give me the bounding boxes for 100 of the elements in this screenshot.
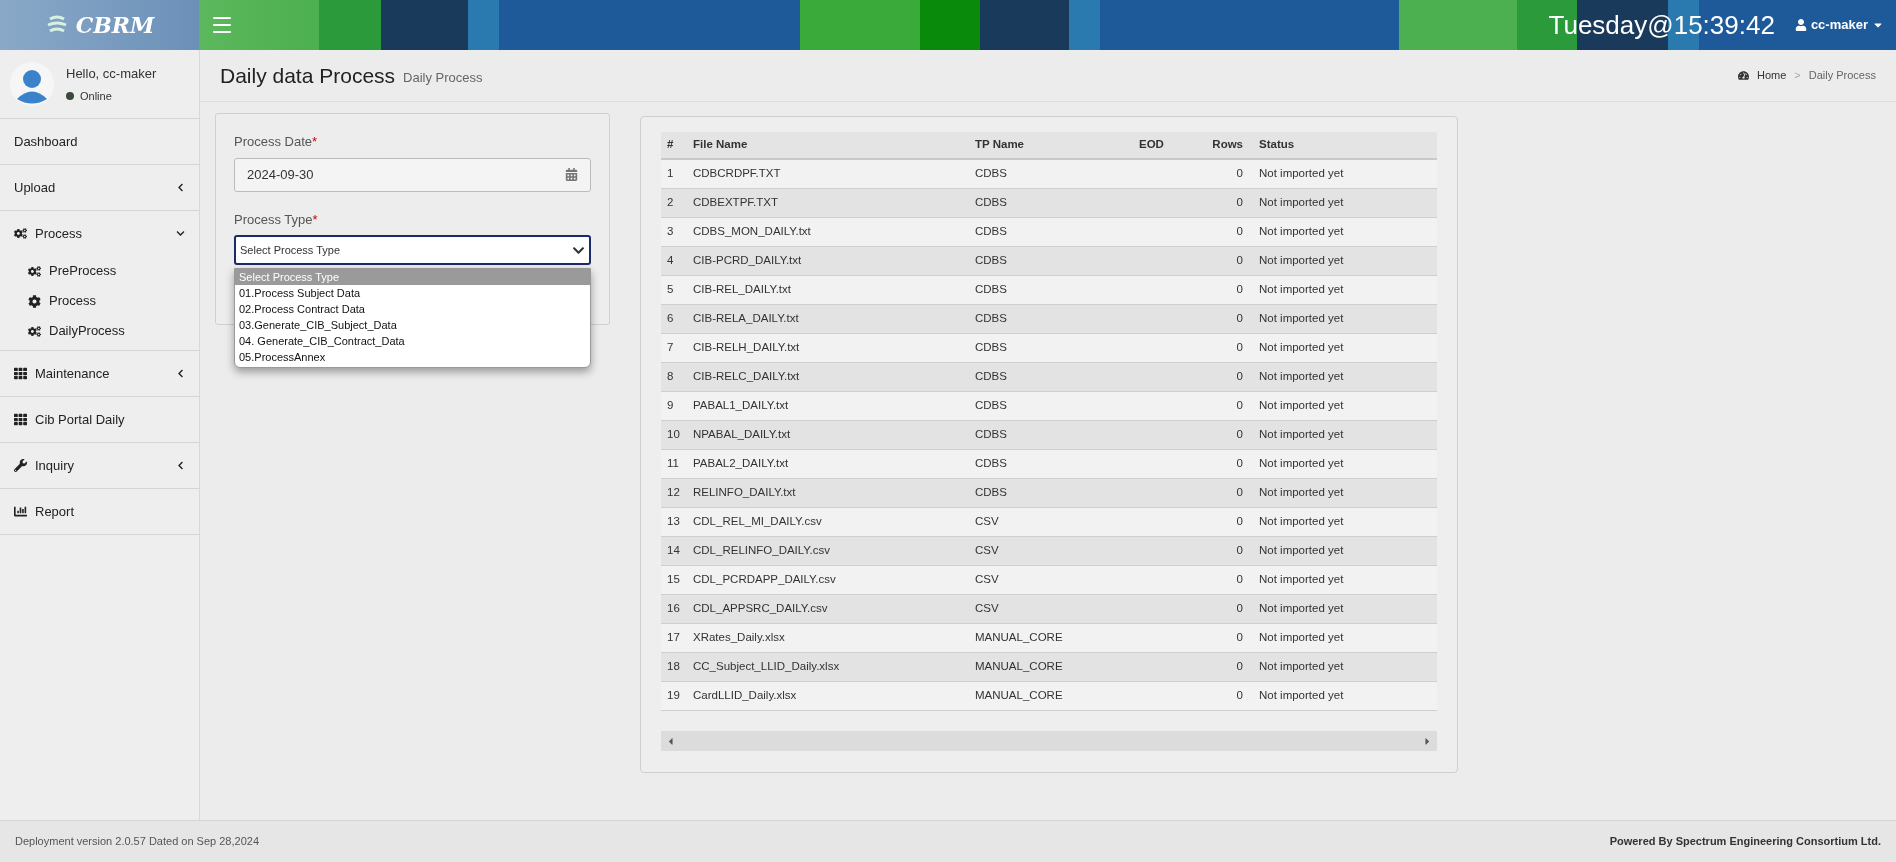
table-cell-text: CDBS xyxy=(974,253,1008,269)
table-cell-text: MANUAL_CORE xyxy=(974,688,1064,704)
table-cell-text: MANUAL_CORE xyxy=(974,630,1064,646)
table-cell-text: CSV xyxy=(974,601,1000,617)
table-cell-text: Not imported yet xyxy=(1258,485,1345,501)
wrench-icon xyxy=(14,459,27,472)
column-header: Status xyxy=(1258,137,1296,153)
gears-icon xyxy=(28,324,41,338)
calendar-icon xyxy=(565,168,578,181)
sidebar-item[interactable]: Cib Portal Daily xyxy=(0,397,199,442)
dropdown-option[interactable]: 03.Generate_CIB_Subject_Data xyxy=(235,317,590,333)
table-cell-text: 0 xyxy=(1235,166,1244,182)
table-cell-text: 1 xyxy=(666,166,675,182)
breadcrumb-separator: > xyxy=(1794,68,1801,84)
chevron-left-icon xyxy=(176,369,185,378)
sidebar-item[interactable]: Dashboard xyxy=(0,119,199,164)
chevron-down-icon xyxy=(176,229,185,238)
table-cell-text: Not imported yet xyxy=(1258,166,1345,182)
table-cell-text: 6 xyxy=(666,311,675,327)
table-cell-text: 11 xyxy=(666,456,680,472)
dropdown-option[interactable]: 02.Process Contract Data xyxy=(235,301,590,317)
gears-icon xyxy=(28,264,41,278)
logo-text: CBRM xyxy=(75,10,155,40)
process-type-select[interactable]: Select Process Type xyxy=(234,235,591,265)
table-cell-text: Not imported yet xyxy=(1258,514,1345,530)
page-title: Daily data Process xyxy=(220,62,396,89)
table-cell-text: PABAL1_DAILY.txt xyxy=(692,398,790,414)
user-menu[interactable]: cc-maker xyxy=(1794,15,1884,35)
table-cell-text: 0 xyxy=(1235,485,1244,501)
table-cell-text: CDBS xyxy=(974,427,1008,443)
chevron-left-icon xyxy=(176,461,185,470)
table-cell-text: 0 xyxy=(1235,572,1244,588)
dropdown-option[interactable]: 01.Process Subject Data xyxy=(235,285,590,301)
date-input[interactable]: 2024-09-30 xyxy=(234,157,591,192)
sidebar-item[interactable]: Inquiry xyxy=(0,443,199,488)
table-cell-text: 16 xyxy=(666,601,681,617)
column-header: EOD xyxy=(1138,137,1165,153)
table-cell-text: Not imported yet xyxy=(1258,369,1345,385)
avatar-silhouette xyxy=(10,62,54,106)
table-cell-text: CDL_RELINFO_DAILY.csv xyxy=(692,543,831,559)
gears-icon xyxy=(14,227,27,240)
table-cell-text: Not imported yet xyxy=(1258,688,1345,704)
table-cell-text: CardLLID_Daily.xlsx xyxy=(692,688,798,704)
date-time-clock: Tuesday@15:39:42 xyxy=(1548,8,1775,42)
table-cell-text: 0 xyxy=(1235,688,1244,704)
table-cell-text: CSV xyxy=(974,514,1000,530)
table-cell-text: 0 xyxy=(1235,253,1244,269)
table-cell-text: Not imported yet xyxy=(1258,311,1345,327)
table-cell-text: 0 xyxy=(1235,311,1244,327)
table-cell-text: CIB-RELC_DAILY.txt xyxy=(692,369,801,385)
table-cell-text: Not imported yet xyxy=(1258,572,1345,588)
gear-icon xyxy=(28,294,41,308)
table-cell-text: NPABAL_DAILY.txt xyxy=(692,427,792,443)
sidebar-subitem[interactable]: Process xyxy=(0,286,199,316)
table-cell-text: Not imported yet xyxy=(1258,253,1345,269)
dropdown-option[interactable]: 04. Generate_CIB_Contract_Data xyxy=(235,333,590,349)
breadcrumb-link[interactable]: Home xyxy=(1756,67,1787,84)
dropdown-option[interactable]: 05.ProcessAnnex xyxy=(235,349,590,365)
table-cell-text: MANUAL_CORE xyxy=(974,659,1064,675)
table-cell-text: 0 xyxy=(1235,630,1244,646)
table-cell-text: RELINFO_DAILY.txt xyxy=(692,485,797,501)
table-cell-text: 0 xyxy=(1235,427,1244,443)
table-cell-text: CDBS xyxy=(974,398,1008,414)
table-cell-text: CDBS_MON_DAILY.txt xyxy=(692,224,812,240)
sidebar-subitem[interactable]: PreProcess xyxy=(0,256,199,286)
deployment-version: Deployment version 2.0.57 Dated on Sep 28,2024 xyxy=(15,834,259,850)
table-cell-text: 0 xyxy=(1235,195,1244,211)
status-text: Online xyxy=(80,88,112,104)
table-cell-text: CDL_APPSRC_DAILY.csv xyxy=(692,601,829,617)
sidebar-item[interactable]: Maintenance xyxy=(0,351,199,396)
table-cell-text: Not imported yet xyxy=(1258,659,1345,675)
table-cell-text: Not imported yet xyxy=(1258,340,1345,356)
bar-chart-icon xyxy=(14,505,27,518)
table-cell-text: 5 xyxy=(666,282,675,298)
table-cell-text: XRates_Daily.xlsx xyxy=(692,630,786,646)
sidebar-item[interactable]: Report xyxy=(0,489,199,534)
table-cell-text: 0 xyxy=(1235,659,1244,675)
table-cell-text: CDBS xyxy=(974,166,1008,182)
table-cell-text: 9 xyxy=(666,398,675,414)
table-cell-text: CDBS xyxy=(974,195,1008,211)
table-cell-text: 3 xyxy=(666,224,675,240)
table-cell-text: Not imported yet xyxy=(1258,630,1345,646)
table-cell-text: 13 xyxy=(666,514,681,530)
column-header: Rows xyxy=(1211,137,1244,153)
table-cell-text: 4 xyxy=(666,253,675,269)
table-cell-text: CDBS xyxy=(974,485,1008,501)
table-cell-text: CDBS xyxy=(974,224,1008,240)
sidebar-item[interactable]: Upload xyxy=(0,165,199,210)
page-subtitle: Daily Process xyxy=(403,68,483,87)
table-cell-text: CDBEXTPF.TXT xyxy=(692,195,779,211)
table-cell-text: PABAL2_DAILY.txt xyxy=(692,456,790,472)
table-cell-text: CSV xyxy=(974,572,1000,588)
horizontal-scrollbar[interactable] xyxy=(661,731,1437,751)
table-cell-text: 10 xyxy=(666,427,681,443)
table-cell-text: 0 xyxy=(1235,340,1244,356)
table-cell-text: 0 xyxy=(1235,369,1244,385)
sidebar-subitem[interactable]: DailyProcess xyxy=(0,316,199,346)
sidebar-item[interactable]: Process xyxy=(0,211,199,256)
table-cell-text: CDBS xyxy=(974,456,1008,472)
table-cell-text: CIB-PCRD_DAILY.txt xyxy=(692,253,803,269)
